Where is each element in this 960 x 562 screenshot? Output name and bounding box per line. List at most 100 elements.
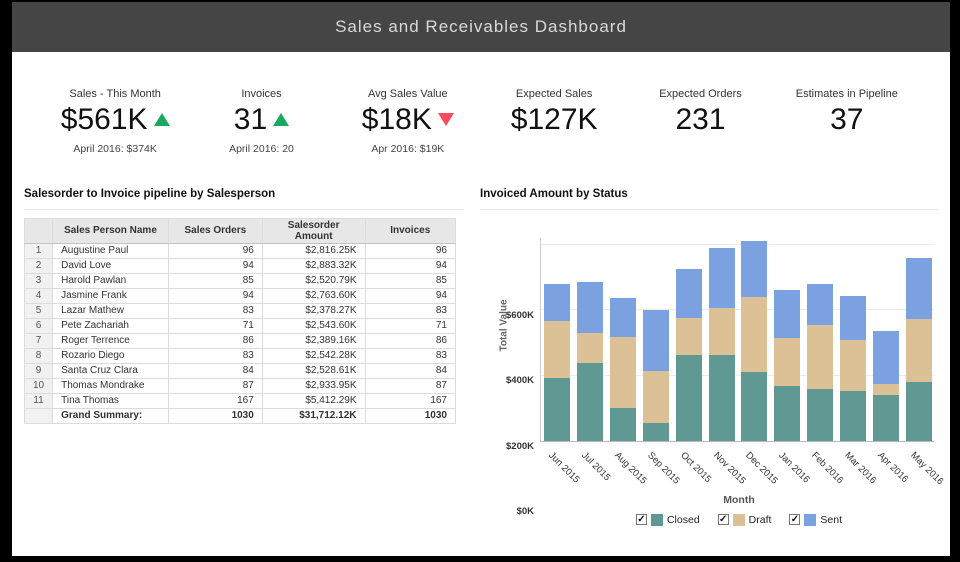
legend-swatch-sent: [804, 513, 817, 526]
row-index: 2: [23, 257, 54, 274]
bar-segment-draft[interactable]: [840, 339, 866, 391]
legend-checkbox-sent[interactable]: ✓: [789, 514, 801, 525]
cell-salesorder-amount: $5,412.29K: [261, 392, 366, 409]
bar-segment-draft[interactable]: [709, 307, 735, 355]
bar-segment-sent[interactable]: [676, 268, 702, 318]
bar-segment-draft[interactable]: [577, 332, 603, 363]
pipeline-panel-title: Salesorder to Invoice pipeline by Salesp…: [24, 188, 464, 210]
kpi-value: 31: [233, 103, 268, 136]
bar-segment-sent[interactable]: [709, 247, 735, 308]
bar-segment-closed[interactable]: [544, 377, 570, 441]
column-header-sales-person-name: Sales Person Name: [52, 217, 169, 244]
bar-mar-2016[interactable]: [840, 295, 866, 441]
table-row[interactable]: 6 Pete Zachariah 71 $2,543.60K 71: [23, 317, 456, 334]
trend-up-icon: [153, 113, 170, 127]
legend-swatch-closed: [650, 513, 663, 526]
bar-segment-closed[interactable]: [709, 354, 735, 441]
kpi-subtitle: Apr 2016: $19K: [371, 142, 445, 155]
kpi-card-estimates-in-pipeline: Estimates in Pipeline 37: [774, 88, 920, 156]
bar-aug-2015[interactable]: [610, 297, 636, 441]
bar-segment-sent[interactable]: [840, 295, 866, 340]
legend-checkbox-draft[interactable]: ✓: [717, 514, 729, 525]
table-row[interactable]: 8 Rozario Diego 83 $2,542.28K 83: [23, 347, 456, 364]
bar-segment-draft[interactable]: [544, 320, 570, 378]
cell-sales-orders: 85: [167, 272, 263, 289]
legend-label: Sent: [820, 513, 843, 526]
table-row[interactable]: 4 Jasmine Frank 94 $2,763.60K 94: [23, 287, 456, 304]
bar-oct-2015[interactable]: [676, 268, 702, 441]
y-axis-ticks: $0K $200K $400K $600K: [496, 224, 540, 526]
table-row[interactable]: 10 Thomas Mondrake 87 $2,933.95K 87: [23, 377, 456, 394]
bar-segment-sent[interactable]: [544, 283, 570, 321]
table-row[interactable]: 1 Augustine Paul 96 $2,816.25K 96: [23, 242, 456, 259]
bar-segment-closed[interactable]: [676, 354, 702, 441]
bar-nov-2015[interactable]: [709, 247, 735, 441]
x-tick-label: Jul 2015: [579, 449, 613, 483]
kpi-card-avg-sales-value: Avg Sales Value $18K Apr 2016: $19K: [335, 88, 481, 156]
bar-jul-2015[interactable]: [577, 281, 603, 441]
bar-segment-draft[interactable]: [873, 383, 899, 395]
table-row[interactable]: 7 Roger Terrence 86 $2,389.16K 86: [23, 332, 456, 349]
cell-sales-orders: 86: [167, 332, 263, 349]
table-row[interactable]: 3 Harold Pawlan 85 $2,520.79K 85: [23, 272, 456, 289]
bar-segment-draft[interactable]: [676, 317, 702, 355]
table-row[interactable]: 2 David Love 94 $2,883.32K 94: [23, 257, 456, 274]
cell-salesorder-amount: $2,543.60K: [261, 317, 366, 334]
kpi-label: Invoices: [241, 88, 282, 100]
table-row[interactable]: 11 Tina Thomas 167 $5,412.29K 167: [23, 392, 456, 409]
kpi-value: $561K: [60, 103, 148, 136]
cell-sales-orders: 167: [167, 392, 263, 409]
bar-jan-2016[interactable]: [774, 289, 800, 441]
bar-apr-2016[interactable]: [873, 330, 899, 441]
legend-checkbox-closed[interactable]: ✓: [635, 514, 647, 525]
bar-segment-draft[interactable]: [610, 336, 636, 408]
bar-segment-closed[interactable]: [873, 394, 899, 441]
bar-segment-closed[interactable]: [840, 390, 866, 441]
row-index: 11: [23, 392, 54, 409]
status-chart-title: Invoiced Amount by Status: [480, 188, 938, 210]
y-tick-label: $200K: [506, 440, 534, 452]
bar-dec-2015[interactable]: [741, 240, 767, 441]
bar-segment-sent[interactable]: [807, 283, 833, 325]
kpi-card-sales-this-month: Sales - This Month $561K April 2016: $374K: [42, 88, 188, 156]
bar-segment-closed[interactable]: [577, 362, 603, 441]
row-index: 4: [23, 287, 54, 304]
bar-segment-closed[interactable]: [807, 388, 833, 441]
cell-invoices: 167: [364, 392, 456, 409]
bar-feb-2016[interactable]: [807, 283, 833, 441]
bar-segment-sent[interactable]: [873, 330, 899, 384]
bar-segment-draft[interactable]: [643, 370, 669, 423]
bar-segment-closed[interactable]: [774, 385, 800, 441]
row-index: 5: [23, 302, 54, 319]
bar-segment-draft[interactable]: [906, 318, 932, 382]
legend-item-sent[interactable]: ✓ Sent: [789, 513, 843, 526]
bar-segment-sent[interactable]: [741, 240, 767, 297]
row-index: 7: [23, 332, 54, 349]
bar-segment-sent[interactable]: [610, 297, 636, 337]
trend-down-icon: [437, 113, 454, 127]
bar-segment-draft[interactable]: [807, 324, 833, 389]
bar-segment-closed[interactable]: [741, 371, 767, 441]
table-row[interactable]: 9 Santa Cruz Clara 84 $2,528.61K 84: [23, 362, 456, 379]
bar-segment-sent[interactable]: [906, 257, 932, 319]
bar-segment-closed[interactable]: [643, 422, 669, 441]
row-index: [23, 407, 54, 424]
bar-segment-closed[interactable]: [610, 407, 636, 441]
bar-sep-2015[interactable]: [643, 309, 669, 441]
bar-jun-2015[interactable]: [544, 283, 570, 441]
x-tick-label: Sep 2015: [645, 449, 682, 487]
bar-segment-closed[interactable]: [906, 381, 932, 441]
legend-item-closed[interactable]: ✓ Closed: [635, 513, 700, 526]
legend-item-draft[interactable]: ✓ Draft: [717, 513, 771, 526]
bar-segment-sent[interactable]: [577, 281, 603, 333]
row-index-header: [23, 217, 54, 244]
table-row[interactable]: 5 Lazar Mathew 83 $2,378.27K 83: [23, 302, 456, 319]
bar-segment-draft[interactable]: [741, 296, 767, 372]
bar-segment-sent[interactable]: [774, 289, 800, 338]
legend-swatch-draft: [732, 513, 745, 526]
kpi-card-expected-orders: Expected Orders 231: [627, 88, 773, 156]
bar-segment-sent[interactable]: [643, 309, 669, 371]
bar-may-2016[interactable]: [906, 257, 932, 441]
bar-segment-draft[interactable]: [774, 337, 800, 386]
cell-sales-orders: 83: [167, 347, 263, 364]
